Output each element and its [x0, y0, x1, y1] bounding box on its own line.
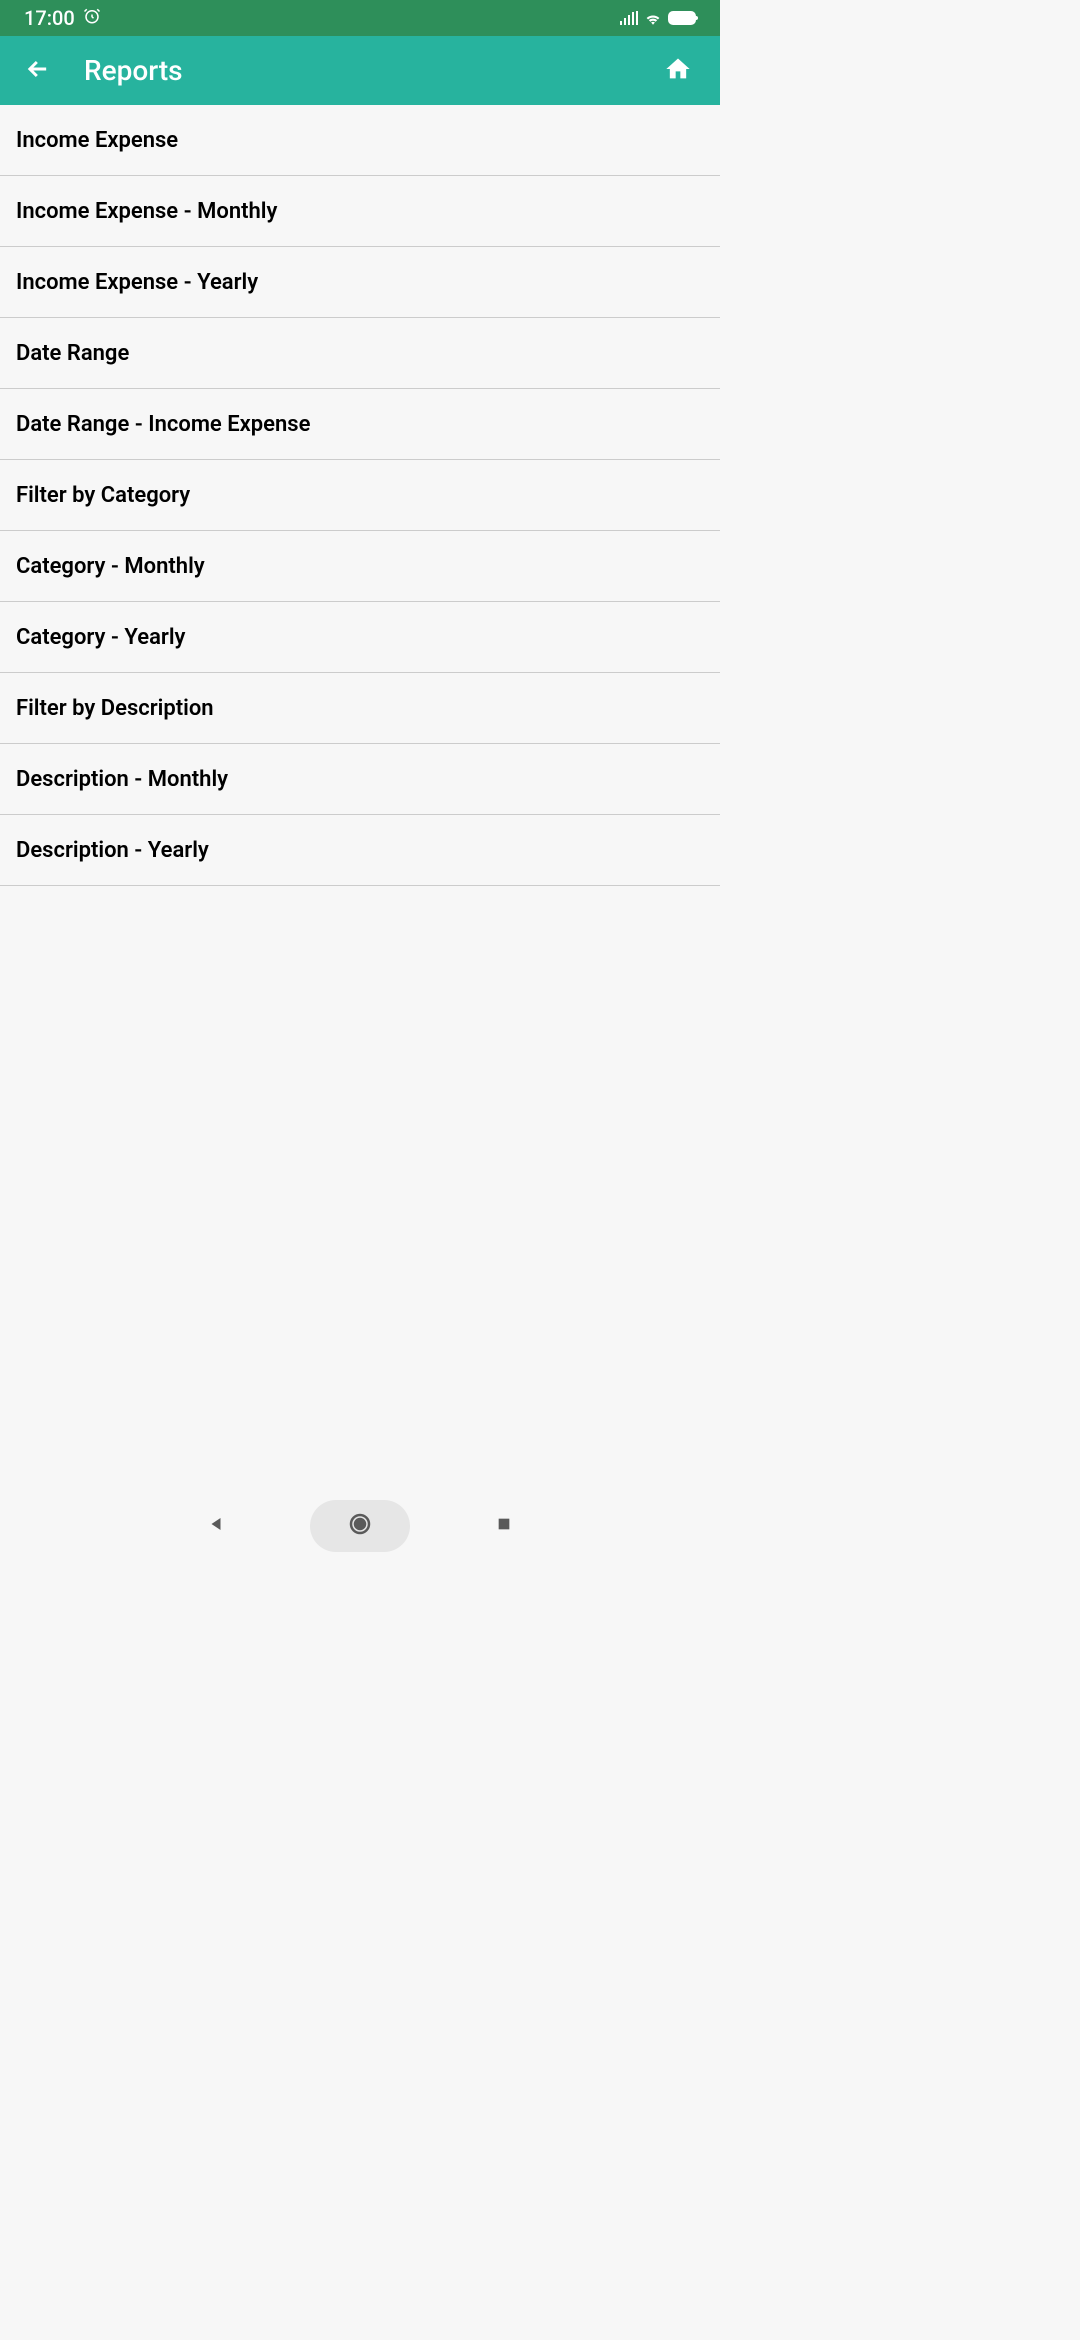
- status-bar: 17:00: [0, 0, 720, 36]
- page-title: Reports: [84, 54, 656, 87]
- list-item-label: Filter by Description: [16, 696, 214, 721]
- list-item[interactable]: Description - Yearly: [0, 815, 720, 886]
- list-item-label: Date Range: [16, 341, 129, 366]
- status-right: [620, 6, 697, 30]
- list-item-label: Description - Monthly: [16, 767, 228, 792]
- list-item[interactable]: Category - Monthly: [0, 531, 720, 602]
- list-item-label: Income Expense: [16, 128, 178, 153]
- triangle-back-icon: [207, 1515, 225, 1537]
- back-button[interactable]: [16, 49, 60, 93]
- status-time: 17:00: [24, 6, 75, 30]
- list-item[interactable]: Description - Monthly: [0, 744, 720, 815]
- status-left: 17:00: [24, 6, 101, 30]
- system-nav-bar: [0, 1492, 720, 1560]
- circle-home-icon: [348, 1512, 372, 1540]
- battery-icon: [668, 11, 696, 25]
- list-item-label: Filter by Category: [16, 483, 190, 508]
- nav-home-button[interactable]: [310, 1500, 410, 1552]
- square-recents-icon: [496, 1516, 512, 1536]
- home-icon: [664, 55, 692, 87]
- list-item-label: Category - Monthly: [16, 554, 205, 579]
- arrow-left-icon: [24, 55, 52, 87]
- wifi-icon: [644, 6, 662, 30]
- list-item[interactable]: Income Expense - Monthly: [0, 176, 720, 247]
- app-bar: Reports: [0, 36, 720, 105]
- list-item[interactable]: Income Expense - Yearly: [0, 247, 720, 318]
- list-item-label: Category - Yearly: [16, 625, 185, 650]
- list-item-label: Income Expense - Yearly: [16, 270, 258, 295]
- reports-list: Income Expense Income Expense - Monthly …: [0, 105, 720, 1492]
- nav-back-button[interactable]: [194, 1504, 238, 1548]
- list-item-label: Income Expense - Monthly: [16, 199, 277, 224]
- list-item[interactable]: Category - Yearly: [0, 602, 720, 673]
- list-item-label: Description - Yearly: [16, 838, 209, 863]
- list-item-label: Date Range - Income Expense: [16, 412, 310, 437]
- list-item[interactable]: Filter by Category: [0, 460, 720, 531]
- list-item[interactable]: Date Range - Income Expense: [0, 389, 720, 460]
- list-item[interactable]: Date Range: [0, 318, 720, 389]
- signal-icon: [620, 11, 639, 25]
- home-button[interactable]: [656, 49, 700, 93]
- list-item[interactable]: Filter by Description: [0, 673, 720, 744]
- alarm-icon: [83, 6, 101, 30]
- list-item[interactable]: Income Expense: [0, 105, 720, 176]
- nav-recents-button[interactable]: [482, 1504, 526, 1548]
